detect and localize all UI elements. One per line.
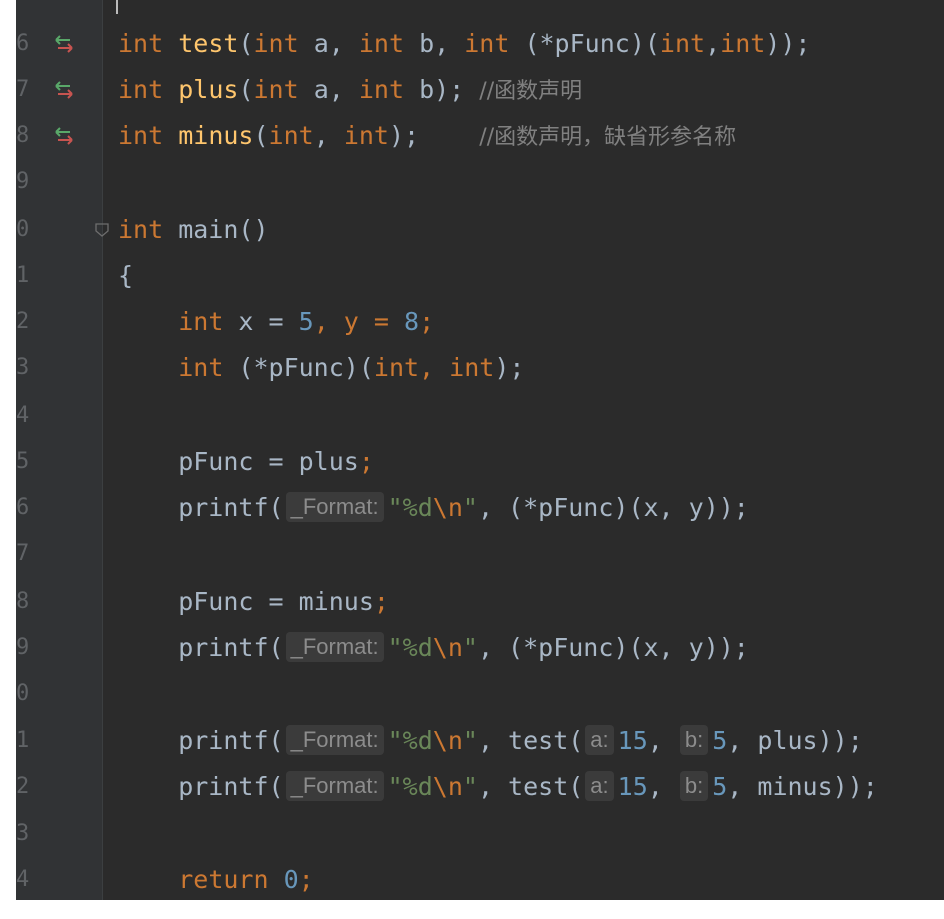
fold-icon[interactable] xyxy=(94,222,110,238)
code-line[interactable]: 7 xyxy=(16,534,944,574)
code-line[interactable]: 9 xyxy=(16,162,944,202)
text-caret xyxy=(116,0,118,14)
code-line[interactable]: 1 printf(_Format: "%d\n", test(a: 15, b: 5,… xyxy=(16,721,944,761)
code-text[interactable]: printf(_Format: "%d\n", test(a: 15, b: 5, p… xyxy=(118,721,863,761)
parameter-hint: a: xyxy=(585,771,614,801)
code-text[interactable]: int x = 5, y = 8; xyxy=(118,302,434,342)
code-line[interactable]: 8 int minus(int, int); //函数声明，缺省形参名称 xyxy=(16,116,944,156)
code-line[interactable]: 2 printf(_Format: "%d\n", test(a: 15, b: 5,… xyxy=(16,767,944,807)
implementation-arrows-icon[interactable] xyxy=(54,127,74,145)
code-line[interactable]: 0 xyxy=(16,674,944,714)
code-line[interactable]: 5 pFunc = plus; xyxy=(16,442,944,482)
code-text[interactable]: int minus(int, int); //函数声明，缺省形参名称 xyxy=(118,116,736,158)
line-number: 2 xyxy=(16,309,30,334)
line-number: 1 xyxy=(16,728,30,753)
comment: //函数声明 xyxy=(479,79,583,104)
parameter-hint: _Format: xyxy=(285,492,384,522)
line-number: 3 xyxy=(16,821,30,846)
code-line[interactable]: 1 { xyxy=(16,256,944,296)
line-number: 8 xyxy=(16,589,30,614)
line-number: 0 xyxy=(16,217,30,242)
code-text[interactable]: int​ main() xyxy=(118,210,269,250)
line-number: 6 xyxy=(16,31,30,56)
code-text[interactable]: int plus(int a, int b); //函数声明 xyxy=(118,70,582,112)
implementation-arrows-icon[interactable] xyxy=(54,81,74,99)
parameter-hint: _Format: xyxy=(285,632,384,662)
code-text[interactable]: printf(_Format: "%d\n", test(a: 15, b: 5, m… xyxy=(118,767,878,807)
code-line[interactable]: 7 int plus(int a, int b); //函数声明 xyxy=(16,70,944,110)
code-text[interactable]: int test(int a, int b, int (*pFunc)(int,… xyxy=(118,24,810,64)
parameter-hint: b: xyxy=(679,771,709,801)
code-line[interactable]: 3 xyxy=(16,814,944,854)
parameter-hint: b: xyxy=(679,725,709,755)
code-line[interactable]: 4 xyxy=(16,396,944,436)
implementation-arrows-icon[interactable] xyxy=(54,35,74,53)
code-text[interactable]: int (*pFunc)(int, int); xyxy=(118,348,524,388)
code-text[interactable]: { xyxy=(118,256,133,296)
line-number: 1 xyxy=(16,263,30,288)
line-number: 9 xyxy=(16,635,30,660)
code-line[interactable]: 0 int​ main() xyxy=(16,210,944,250)
code-line[interactable]: 3 int (*pFunc)(int, int); xyxy=(16,348,944,388)
line-number: 0 xyxy=(16,681,30,706)
code-text[interactable]: return 0; xyxy=(118,860,314,900)
line-number: 4 xyxy=(16,867,30,892)
code-text[interactable]: pFunc = plus; xyxy=(118,442,374,482)
line-number: 5 xyxy=(16,449,30,474)
code-line[interactable]: 6 int test(int a, int b, int (*pFunc)(in… xyxy=(16,24,944,64)
comment: //函数声明，缺省形参名称 xyxy=(479,125,737,150)
line-number: 8 xyxy=(16,123,30,148)
parameter-hint: _Format: xyxy=(285,771,384,801)
line-number: 7 xyxy=(16,541,30,566)
code-line[interactable]: 2 int x = 5, y = 8; xyxy=(16,302,944,342)
parameter-hint: _Format: xyxy=(285,725,384,755)
parameter-hint: a: xyxy=(585,725,614,755)
line-number: 4 xyxy=(16,403,30,428)
code-text[interactable]: printf(_Format: "%d\n", (*pFunc)(x, y)); xyxy=(118,488,749,528)
code-text[interactable]: printf(_Format: "%d\n", (*pFunc)(x, y)); xyxy=(118,628,749,668)
code-text[interactable]: pFunc = minus; xyxy=(118,582,389,622)
line-number: 2 xyxy=(16,774,30,799)
code-line[interactable]: 6 printf(_Format: "%d\n", (*pFunc)(x, y))… xyxy=(16,488,944,528)
code-editor[interactable]: 6 int test(int a, int b, int (*pFunc)(in… xyxy=(16,0,944,900)
code-line[interactable]: 8 pFunc = minus; xyxy=(16,582,944,622)
line-number: 9 xyxy=(16,169,30,194)
line-number: 7 xyxy=(16,77,30,102)
code-line[interactable]: 9 printf(_Format: "%d\n", (*pFunc)(x, y))… xyxy=(16,628,944,668)
line-number: 3 xyxy=(16,355,30,380)
line-number: 6 xyxy=(16,495,30,520)
code-line[interactable]: 4 return 0; xyxy=(16,860,944,900)
